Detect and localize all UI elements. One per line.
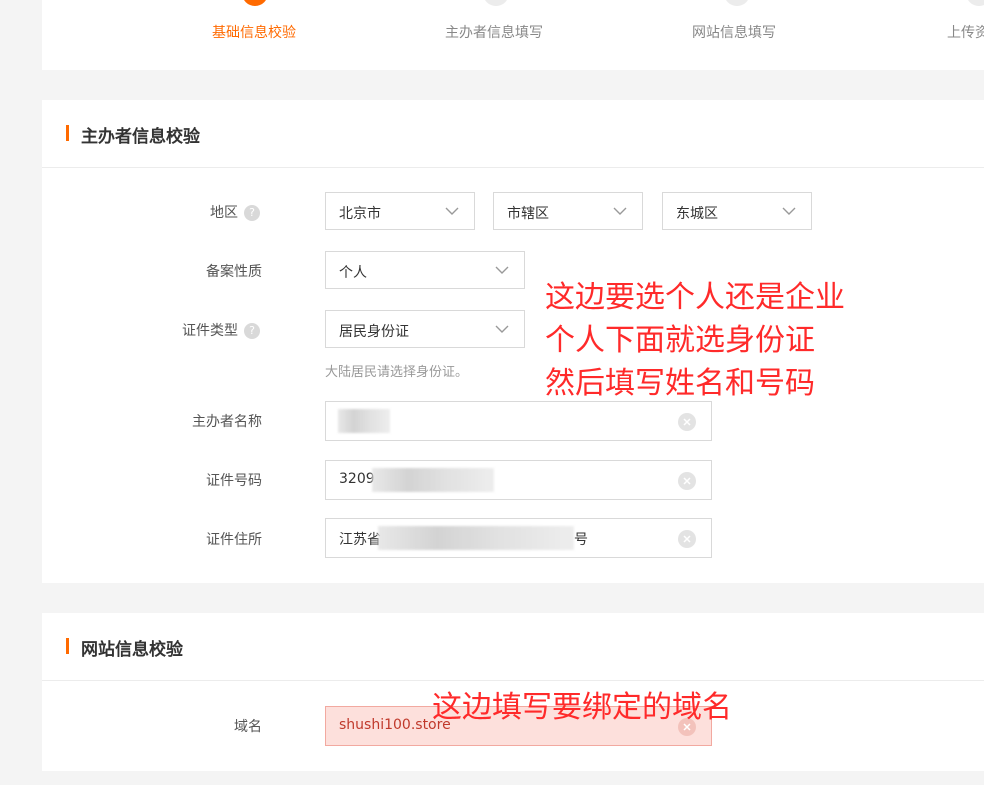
- step-2-dot: [483, 0, 509, 6]
- cert-address-input[interactable]: 江苏省 号: [325, 518, 712, 558]
- section-header: 网站信息校验: [42, 613, 984, 681]
- cert-address-label: 证件住所: [142, 529, 262, 549]
- step-4-label[interactable]: 上传资: [947, 22, 984, 42]
- redaction-blur: [338, 409, 390, 433]
- section-title: 网站信息校验: [81, 635, 183, 660]
- step-4-dot: [966, 0, 984, 6]
- step-1-dot: [242, 0, 268, 6]
- chevron-down-icon: [444, 203, 460, 219]
- sponsor-name-input[interactable]: [325, 401, 712, 441]
- cert-type-value: 居民身份证: [339, 321, 409, 341]
- question-circle-icon[interactable]: ?: [244, 205, 260, 221]
- steps-bar: 基础信息校验 主办者信息填写 网站信息填写 上传资: [42, 0, 984, 70]
- cert-type-hint: 大陆居民请选择身份证。: [325, 361, 468, 380]
- district-select[interactable]: 东城区: [662, 192, 812, 230]
- chevron-down-icon: [781, 203, 797, 219]
- step-3-label[interactable]: 网站信息填写: [692, 22, 776, 42]
- section-title: 主办者信息校验: [81, 122, 200, 147]
- section-accent-bar: [66, 638, 69, 654]
- city-value: 市辖区: [507, 203, 549, 223]
- step-3-dot: [724, 0, 750, 6]
- sponsor-name-label: 主办者名称: [142, 411, 262, 431]
- cert-type-select[interactable]: 居民身份证: [325, 310, 525, 348]
- nature-label: 备案性质: [142, 261, 262, 281]
- question-circle-icon[interactable]: ?: [244, 323, 260, 339]
- section-accent-bar: [66, 125, 69, 141]
- province-value: 北京市: [339, 203, 381, 223]
- district-value: 东城区: [676, 203, 718, 223]
- cert-number-value: 3209: [339, 471, 375, 487]
- nature-select[interactable]: 个人: [325, 251, 525, 289]
- step-1-label[interactable]: 基础信息校验: [212, 22, 296, 42]
- chevron-down-icon: [612, 203, 628, 219]
- step-2-label[interactable]: 主办者信息填写: [445, 22, 543, 42]
- annotation-domain-note: 这边填写要绑定的域名: [432, 686, 732, 730]
- annotation-line-3: 然后填写姓名和号码: [545, 362, 815, 406]
- region-label-text: 地区: [210, 205, 238, 221]
- province-select[interactable]: 北京市: [325, 192, 475, 230]
- redaction-blur: [378, 526, 574, 550]
- annotation-line-2: 个人下面就选身份证: [545, 319, 815, 363]
- chevron-down-icon: [494, 321, 510, 337]
- section-header: 主办者信息校验: [42, 100, 984, 168]
- close-circle-icon[interactable]: [678, 530, 696, 548]
- nature-value: 个人: [339, 262, 367, 282]
- cert-number-input[interactable]: 3209: [325, 460, 712, 500]
- redaction-blur: [372, 468, 494, 492]
- close-circle-icon[interactable]: [678, 472, 696, 490]
- city-select[interactable]: 市辖区: [493, 192, 643, 230]
- cert-number-label: 证件号码: [142, 470, 262, 490]
- region-label: 地区?: [140, 202, 260, 222]
- cert-type-label: 证件类型?: [140, 320, 260, 340]
- chevron-down-icon: [494, 262, 510, 278]
- domain-label: 域名: [142, 716, 262, 736]
- close-circle-icon[interactable]: [678, 413, 696, 431]
- annotation-line-1: 这边要选个人还是企业: [545, 276, 845, 320]
- cert-address-value: 江苏省: [339, 529, 381, 549]
- cert-address-value-tail: 号: [574, 529, 588, 549]
- cert-type-label-text: 证件类型: [182, 323, 238, 339]
